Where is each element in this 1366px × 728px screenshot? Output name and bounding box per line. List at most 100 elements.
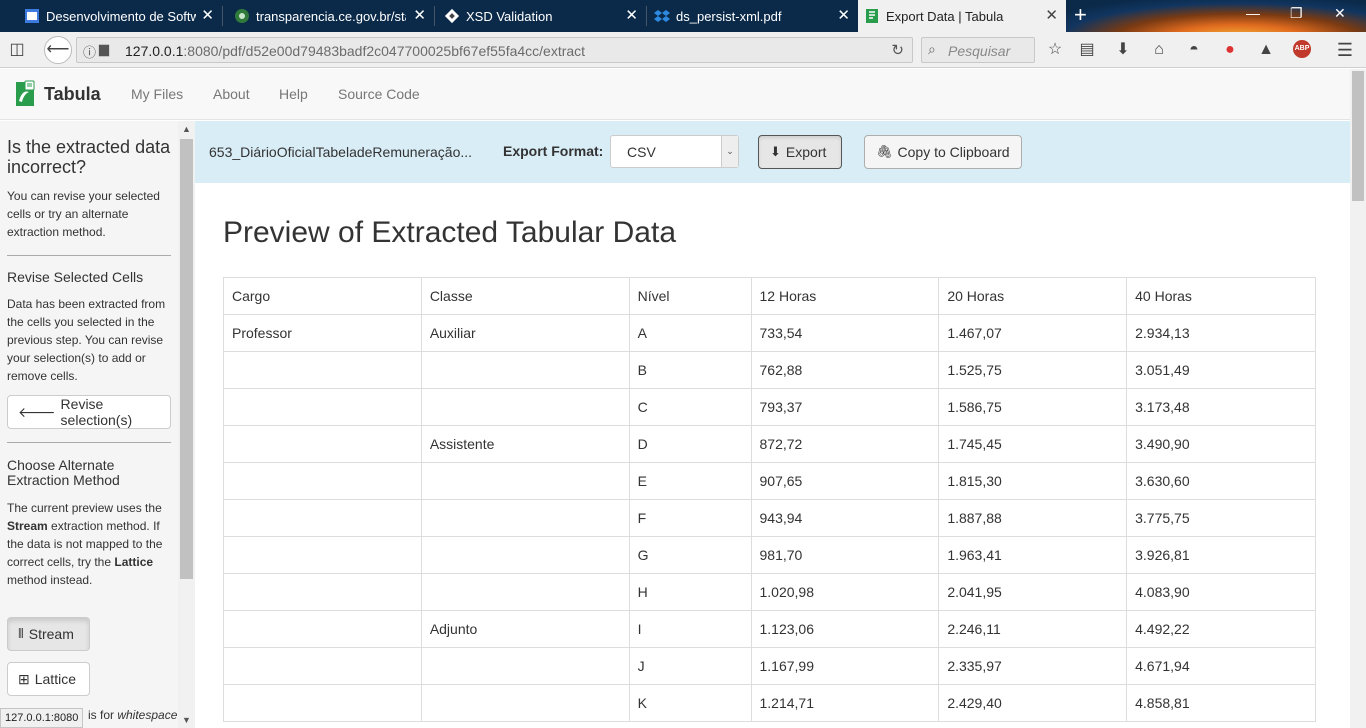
home-icon[interactable]: ⌂: [1150, 41, 1168, 59]
table-cell: [223, 610, 422, 648]
menu-hamburger-icon[interactable]: ☰: [1336, 41, 1354, 59]
tabula-logo-icon: [16, 80, 35, 106]
tab-title: XSD Validation: [466, 8, 553, 24]
back-button[interactable]: ⟵: [44, 36, 72, 64]
close-icon[interactable]: ✕: [413, 8, 426, 23]
page-scrollbar[interactable]: [1350, 69, 1366, 728]
table-cell: [223, 425, 422, 463]
scrollbar-thumb[interactable]: [180, 139, 193, 579]
table-cell: [420, 388, 630, 426]
export-button[interactable]: ⬇ Export: [758, 135, 842, 169]
table-cell: C: [628, 388, 752, 426]
close-icon[interactable]: ✕: [201, 8, 214, 23]
copy-label: Copy to Clipboard: [897, 144, 1010, 160]
reload-icon[interactable]: ↻: [891, 41, 904, 59]
scroll-down-icon[interactable]: ▼: [182, 715, 191, 725]
table-cell: Assistente: [420, 425, 630, 463]
bookmark-star-icon[interactable]: ☆: [1046, 41, 1064, 59]
divider: [7, 442, 171, 443]
table-cell: 793,37: [750, 388, 940, 426]
copy-to-clipboard-button[interactable]: 🖇 Copy to Clipboard: [864, 135, 1022, 169]
sidebar-footer-text: is for whitespace: [88, 706, 177, 724]
export-format-select[interactable]: CSV ⌄: [610, 135, 739, 168]
info-icon[interactable]: ⓘ: [83, 42, 96, 61]
nav-help[interactable]: Help: [279, 86, 308, 102]
table-row: B 762,88 1.525,75 3.051,49: [223, 351, 1316, 389]
url-bar[interactable]: ⓘ ▆ 127.0.0.1:8080/pdf/d52e00d79483badf2…: [76, 37, 913, 63]
revise-selection-button[interactable]: 🡐 Revise selection(s): [7, 395, 171, 429]
search-placeholder: Pesquisar: [948, 43, 1011, 59]
table-cell: 1.586,75: [938, 388, 1128, 426]
table-cell: 762,88: [750, 351, 940, 389]
export-format-label: Export Format:: [503, 143, 604, 159]
table-cell: [420, 351, 630, 389]
lattice-button[interactable]: ⊞ Lattice: [7, 662, 90, 696]
scroll-up-icon[interactable]: ▲: [182, 124, 191, 134]
maximize-icon[interactable]: ❐: [1290, 5, 1303, 22]
tabula-favicon-icon: [866, 9, 878, 23]
download-icon[interactable]: ⬇: [1114, 41, 1132, 59]
table-cell: K: [628, 684, 752, 722]
table-cell: 1.745,45: [938, 425, 1128, 463]
tab-transparencia[interactable]: transparencia.ce.gov.br/static ✕: [222, 0, 434, 32]
window-close-icon[interactable]: ✕: [1334, 5, 1346, 22]
column-header: Classe: [420, 277, 630, 315]
pocket-icon[interactable]: ◓: [1185, 41, 1203, 59]
table-cell: 1.467,07: [938, 314, 1128, 352]
table-cell: 1.020,98: [750, 573, 940, 611]
tab-xsd-validation[interactable]: XSD Validation ✕: [434, 0, 646, 32]
table-cell: 3.173,48: [1126, 388, 1316, 426]
nav-my-files[interactable]: My Files: [131, 86, 183, 102]
nav-about[interactable]: About: [213, 86, 250, 102]
adblock-plus-icon[interactable]: ABP: [1293, 40, 1311, 58]
stream-button[interactable]: ⦀ Stream: [7, 617, 90, 651]
extension-lock-icon[interactable]: ▲: [1257, 41, 1275, 59]
table-cell: 1.887,88: [938, 499, 1128, 537]
table-row: Professor Auxiliar A 733,54 1.467,07 2.934,13: [223, 314, 1316, 352]
table-row: E 907,65 1.815,30 3.630,60: [223, 462, 1316, 500]
search-input[interactable]: ⌕ Pesquisar: [921, 37, 1035, 63]
table-cell: 2.335,97: [938, 647, 1128, 685]
nav-source-code[interactable]: Source Code: [338, 86, 420, 102]
sidebar-intro: You can revise your selected cells or tr…: [7, 189, 160, 239]
tab-title: Export Data | Tabula: [886, 8, 1004, 24]
theme-background: [1046, 0, 1366, 32]
table-cell: [223, 351, 422, 389]
url-text[interactable]: 127.0.0.1:8080/pdf/d52e00d79483badf2c047…: [125, 43, 585, 59]
brand[interactable]: Tabula: [14, 80, 101, 108]
sidebar-scrollbar[interactable]: ▲ ▼: [178, 121, 195, 728]
table-cell: 3.490,90: [1126, 425, 1316, 463]
table-cell: [420, 647, 630, 685]
table-cell: 1.525,75: [938, 351, 1128, 389]
close-icon[interactable]: ✕: [837, 8, 850, 23]
minimize-icon[interactable]: —: [1246, 5, 1260, 21]
column-header: 40 Horas: [1126, 277, 1316, 315]
table-cell: A: [628, 314, 752, 352]
tab-desenvolvimento[interactable]: Desenvolvimento de Software ✕: [0, 0, 222, 32]
sidebar-toggle-icon[interactable]: ◫: [8, 41, 26, 59]
extension-colors-icon[interactable]: ●: [1221, 41, 1239, 59]
chevron-down-icon[interactable]: ⌄: [721, 136, 738, 167]
close-icon[interactable]: ✕: [1045, 8, 1058, 23]
table-cell: B: [628, 351, 752, 389]
paperclip-icon: 🖇: [876, 144, 893, 159]
table-cell: [420, 573, 630, 611]
scrollbar-thumb[interactable]: [1352, 71, 1364, 201]
table-cell: 872,72: [750, 425, 940, 463]
table-cell: G: [628, 536, 752, 574]
grid-icon: ⊞: [18, 670, 30, 687]
tab-export-data-tabula[interactable]: Export Data | Tabula ✕: [858, 0, 1066, 32]
new-tab-icon[interactable]: +: [1074, 4, 1087, 26]
table-cell: [223, 388, 422, 426]
browser-tab-bar: Desenvolvimento de Software ✕ transparen…: [0, 0, 1366, 32]
close-icon[interactable]: ✕: [625, 8, 638, 23]
tab-ds-persist-pdf[interactable]: ds_persist-xml.pdf ✕: [646, 0, 858, 32]
table-cell: 3.630,60: [1126, 462, 1316, 500]
table-row: Adjunto I 1.123,06 2.246,11 4.492,22: [223, 610, 1316, 648]
table-cell: 943,94: [750, 499, 940, 537]
table-cell: 4.671,94: [1126, 647, 1316, 685]
method-text-part: method instead.: [7, 573, 93, 587]
reading-list-icon[interactable]: ▤: [1078, 41, 1096, 59]
table-cell: 3.926,81: [1126, 536, 1316, 574]
columns-icon: ⦀: [18, 626, 24, 641]
